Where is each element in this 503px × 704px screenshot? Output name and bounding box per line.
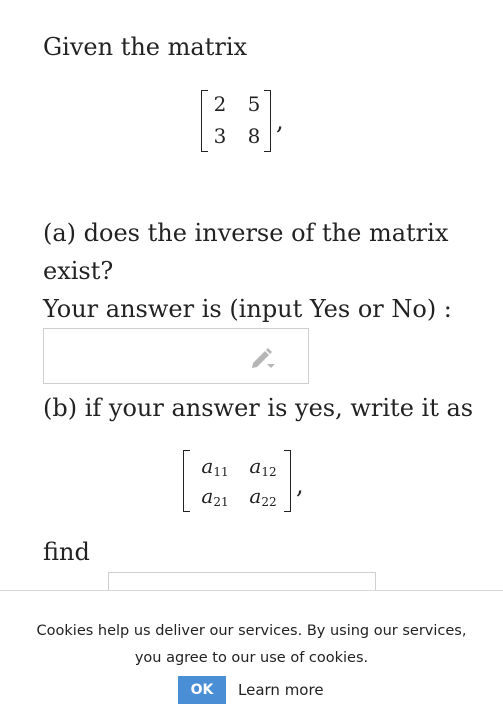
matrix-a-cell: 3 (213, 124, 227, 148)
cookie-message-line1: Cookies help us deliver our services. By… (36, 623, 467, 639)
matrix-b-cell: a22 (249, 484, 277, 509)
matrix-a-comma: , (276, 107, 284, 135)
matrix-a-cell: 8 (247, 124, 261, 148)
cookie-message: Cookies help us deliver our services. By… (0, 618, 503, 672)
intro-text: Given the matrix (43, 33, 248, 61)
cookie-message-line2: you agree to our use of cookies. (134, 650, 369, 666)
matrix-a: 2 5 3 8 (201, 90, 271, 152)
matrix-a-cell: 5 (247, 92, 261, 116)
pencil-icon[interactable] (250, 347, 276, 369)
matrix-b-left-bracket (183, 450, 190, 512)
cookie-banner: Cookies help us deliver our services. By… (0, 590, 503, 704)
answer-prompt: Your answer is (input Yes or No) : (43, 295, 452, 323)
part-a-question-cont: exist? (43, 257, 114, 285)
matrix-a-right-bracket (264, 90, 271, 152)
matrix-a-cell: 2 (213, 92, 227, 116)
matrix-b-cell: a11 (201, 454, 229, 479)
find-label: find (43, 538, 90, 566)
matrix-b-cell: a12 (249, 454, 277, 479)
matrix-b-cell: a21 (201, 484, 229, 509)
part-a-question: (a) does the inverse of the matrix (43, 219, 449, 247)
matrix-a-left-bracket (201, 90, 208, 152)
part-b-question: (b) if your answer is yes, write it as (43, 394, 474, 422)
matrix-b: a11 a12 a21 a22 (183, 450, 291, 512)
matrix-b-comma: , (296, 471, 304, 499)
matrix-b-right-bracket (284, 450, 291, 512)
